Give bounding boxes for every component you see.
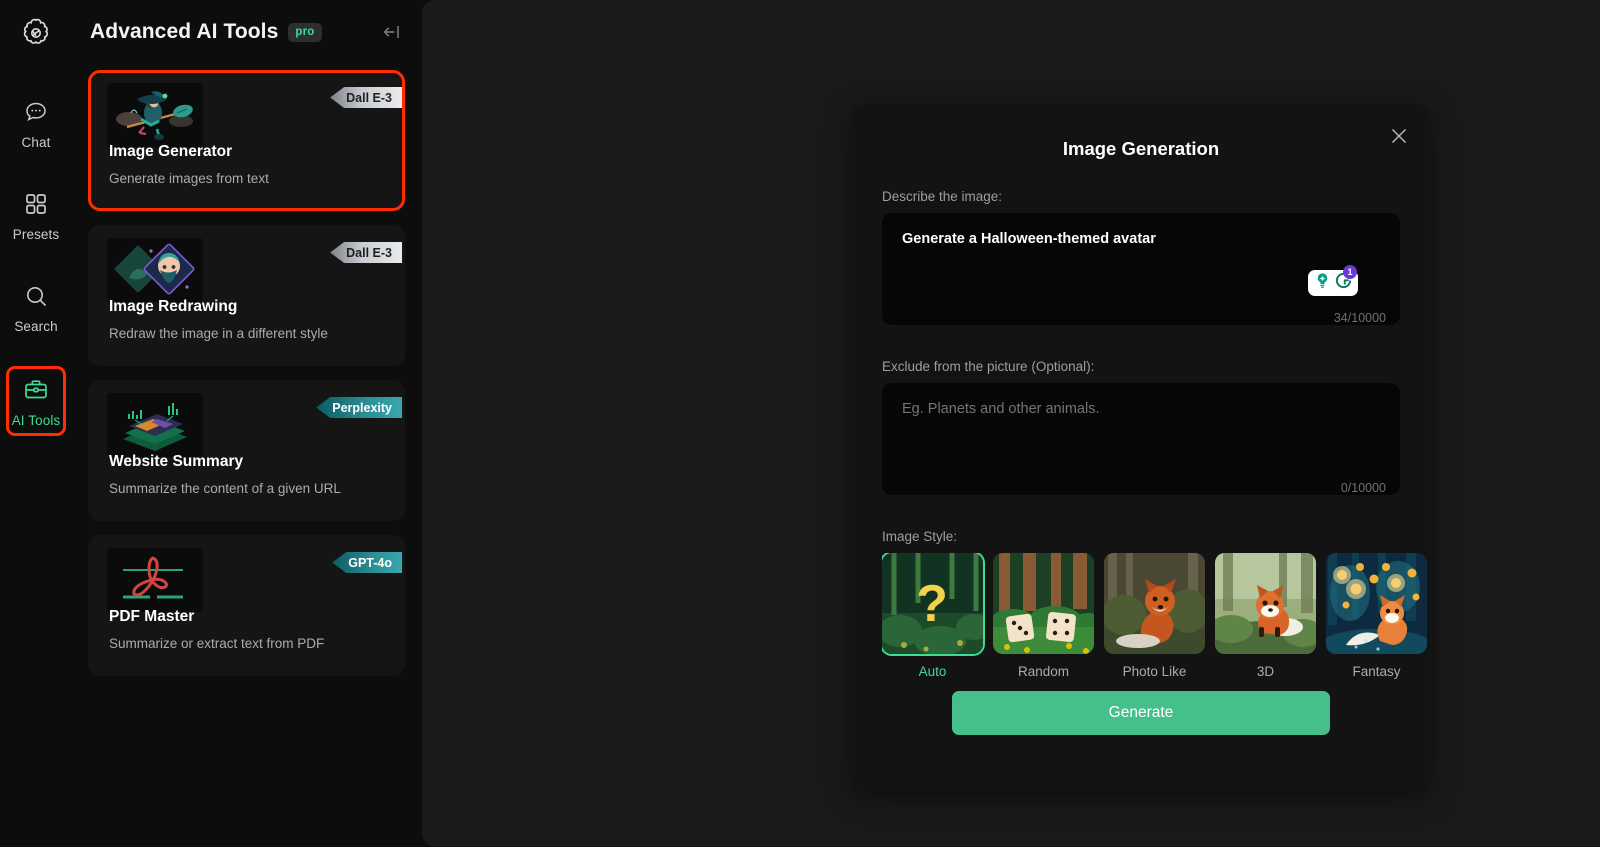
collapse-left-icon[interactable] <box>378 19 404 45</box>
image-style-options: ? Auto Random Photo Like 3D Fantasy <box>882 553 1430 679</box>
tool-card-pdf-master[interactable]: PDF Master Summarize or extract text fro… <box>88 535 405 676</box>
svg-text:?: ? <box>916 575 948 633</box>
style-option-label: Auto <box>918 664 947 679</box>
style-option-auto[interactable]: ? Auto <box>882 553 983 679</box>
sidebar-item-label: Search <box>14 319 58 334</box>
exclude-field-wrapper: 0/10000 <box>882 383 1400 500</box>
tool-card-list: Image Generator Generate images from tex… <box>72 64 420 676</box>
data-layers-chart-illustration <box>107 393 203 457</box>
style-option-photo-like[interactable]: Photo Like <box>1104 553 1205 679</box>
panel-header: Advanced AI Tools pro <box>72 0 420 64</box>
grammarly-indicator[interactable]: 1 <box>1308 265 1358 296</box>
describe-label: Describe the image: <box>882 189 1003 204</box>
chat-bubble-icon <box>22 98 50 126</box>
grammarly-count-badge: 1 <box>1343 265 1357 279</box>
tool-card-website-summary[interactable]: Website Summary Summarize the content of… <box>88 380 405 521</box>
tool-card-desc: Summarize the content of a given URL <box>109 481 341 496</box>
image-generation-modal: Image Generation Describe the image: Gen… <box>852 104 1430 792</box>
describe-field-wrapper: 1 34/10000 <box>882 213 1400 330</box>
describe-input[interactable] <box>882 213 1400 325</box>
tool-card-desc: Summarize or extract text from PDF <box>109 636 325 651</box>
sidebar-item-label: Presets <box>12 227 60 242</box>
tool-card-image-generator[interactable]: Image Generator Generate images from tex… <box>88 70 405 211</box>
style-option-label: Photo Like <box>1122 664 1187 679</box>
lightbulb-icon <box>1313 271 1332 295</box>
close-icon[interactable] <box>1387 124 1411 148</box>
tool-card-desc: Redraw the image in a different style <box>109 326 328 341</box>
tool-card-title: Image Generator <box>109 143 233 160</box>
style-option-label: 3D <box>1256 664 1275 679</box>
modal-title: Image Generation <box>1062 138 1220 159</box>
image-style-label: Image Style: <box>882 529 958 544</box>
generate-button[interactable]: Generate <box>952 691 1330 735</box>
question-mark-forest-thumb: ? <box>882 553 983 654</box>
portrait-diamond-illustration <box>107 238 203 302</box>
exclude-label: Exclude from the picture (Optional): <box>882 359 1095 374</box>
style-option-3d[interactable]: 3D <box>1215 553 1316 679</box>
magnifier-icon <box>22 282 50 310</box>
page-title: Advanced AI Tools <box>90 20 279 43</box>
fantasy-fox-thumb <box>1326 553 1427 654</box>
tool-card-badge: Perplexity <box>316 397 402 418</box>
dice-forest-thumb <box>993 553 1094 654</box>
tool-card-badge: Dall E-3 <box>330 242 402 263</box>
style-option-label: Random <box>1017 664 1070 679</box>
sidebar-item-search[interactable]: Search <box>6 274 66 340</box>
sidebar-item-presets[interactable]: Presets <box>6 182 66 248</box>
tool-card-title: Image Redrawing <box>109 298 238 315</box>
photo-fox-thumb <box>1104 553 1205 654</box>
sidebar-item-label: Chat <box>21 135 51 150</box>
grid-squares-icon <box>22 190 50 218</box>
app-logo[interactable] <box>14 12 58 56</box>
pdf-acrobat-illustration <box>107 548 203 612</box>
pro-badge: pro <box>288 22 322 42</box>
tool-card-badge: GPT-4o <box>332 552 402 573</box>
main-content-area: Image Generation Describe the image: Gen… <box>422 0 1600 847</box>
tool-card-title: PDF Master <box>109 608 195 625</box>
sidebar-item-chat[interactable]: Chat <box>6 90 66 156</box>
sidebar-item-label: AI Tools <box>11 413 61 428</box>
style-option-fantasy[interactable]: Fantasy <box>1326 553 1427 679</box>
exclude-input[interactable] <box>882 383 1400 495</box>
exclude-char-counter: 0/10000 <box>1340 481 1386 495</box>
left-nav-rail: Chat Presets Search AI Tools <box>0 0 72 847</box>
tool-card-desc: Generate images from text <box>109 171 269 186</box>
tool-card-badge: Dall E-3 <box>330 87 402 108</box>
witch-on-broom-illustration <box>107 83 203 147</box>
tool-card-image-redrawing[interactable]: Image Redrawing Redraw the image in a di… <box>88 225 405 366</box>
ai-tools-panel: Advanced AI Tools pro Image Generator Ge… <box>72 0 420 847</box>
3d-fox-thumb <box>1215 553 1316 654</box>
tool-card-title: Website Summary <box>109 453 244 470</box>
style-option-random[interactable]: Random <box>993 553 1094 679</box>
describe-char-counter: 34/10000 <box>1333 311 1386 325</box>
app-root: Chat Presets Search AI Tools Advanced AI… <box>0 0 1600 847</box>
briefcase-icon <box>22 376 50 404</box>
style-option-label: Fantasy <box>1352 664 1401 679</box>
sidebar-item-ai-tools[interactable]: AI Tools <box>6 366 66 436</box>
grammarly-g-icon: 1 <box>1334 265 1357 295</box>
